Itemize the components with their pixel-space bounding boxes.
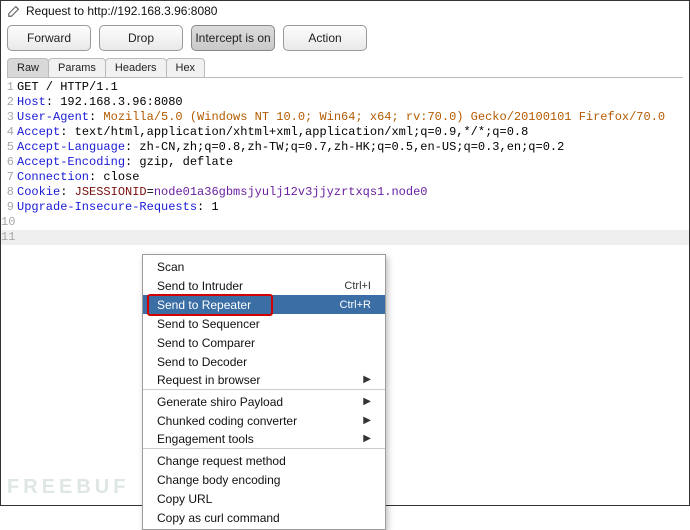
line-content[interactable] bbox=[15, 230, 17, 245]
menu-item-chunked-coding-converter[interactable]: Chunked coding converter▶ bbox=[143, 411, 385, 430]
line-number: 8 bbox=[1, 185, 15, 200]
line-content[interactable]: Accept-Language: zh-CN,zh;q=0.8,zh-TW;q=… bbox=[15, 140, 564, 155]
line-content[interactable]: Accept: text/html,application/xhtml+xml,… bbox=[15, 125, 528, 140]
line-content[interactable]: User-Agent: Mozilla/5.0 (Windows NT 10.0… bbox=[15, 110, 665, 125]
menu-item-scan[interactable]: Scan bbox=[143, 257, 385, 276]
line-content[interactable]: Accept-Encoding: gzip, deflate bbox=[15, 155, 233, 170]
tab-hex[interactable]: Hex bbox=[166, 58, 206, 77]
menu-item-send-to-comparer[interactable]: Send to Comparer bbox=[143, 333, 385, 352]
menu-item-label: Change body encoding bbox=[157, 473, 371, 487]
menu-item-label: Scan bbox=[157, 260, 371, 274]
menu-item-label: Change request method bbox=[157, 454, 371, 468]
editor-line[interactable]: 5Accept-Language: zh-CN,zh;q=0.8,zh-TW;q… bbox=[1, 140, 689, 155]
line-content[interactable]: Cookie: JSESSIONID=node01a36gbmsjyulj12v… bbox=[15, 185, 428, 200]
menu-item-label: Send to Comparer bbox=[157, 336, 371, 350]
menu-item-label: Send to Intruder bbox=[157, 279, 344, 293]
edit-icon bbox=[7, 4, 21, 18]
menu-item-change-body-encoding[interactable]: Change body encoding bbox=[143, 470, 385, 489]
menu-item-label: Send to Decoder bbox=[157, 355, 371, 369]
menu-item-generate-shiro-payload[interactable]: Generate shiro Payload▶ bbox=[143, 392, 385, 411]
line-number: 11 bbox=[1, 230, 15, 245]
forward-button[interactable]: Forward bbox=[7, 25, 91, 51]
line-number: 1 bbox=[1, 80, 15, 95]
tab-headers[interactable]: Headers bbox=[105, 58, 167, 77]
menu-item-send-to-intruder[interactable]: Send to IntruderCtrl+I bbox=[143, 276, 385, 295]
menu-item-label: Request in browser bbox=[157, 373, 363, 387]
line-number: 5 bbox=[1, 140, 15, 155]
editor-line[interactable]: 4Accept: text/html,application/xhtml+xml… bbox=[1, 125, 689, 140]
line-number: 2 bbox=[1, 95, 15, 110]
editor-line[interactable]: 8Cookie: JSESSIONID=node01a36gbmsjyulj12… bbox=[1, 185, 689, 200]
submenu-arrow-icon: ▶ bbox=[363, 374, 371, 385]
toolbar: Forward Drop Intercept is on Action bbox=[1, 20, 689, 56]
request-editor[interactable]: 1GET / HTTP/1.12Host: 192.168.3.96:80803… bbox=[1, 78, 689, 245]
menu-item-label: Copy as curl command bbox=[157, 511, 371, 525]
intercept-toggle-button[interactable]: Intercept is on bbox=[191, 25, 275, 51]
menu-item-send-to-decoder[interactable]: Send to Decoder bbox=[143, 352, 385, 371]
message-tabs: RawParamsHeadersHex bbox=[7, 58, 683, 78]
menu-item-label: Chunked coding converter bbox=[157, 414, 363, 428]
submenu-arrow-icon: ▶ bbox=[363, 415, 371, 426]
tab-raw[interactable]: Raw bbox=[7, 58, 49, 77]
editor-line[interactable]: 2Host: 192.168.3.96:8080 bbox=[1, 95, 689, 110]
submenu-arrow-icon: ▶ bbox=[363, 396, 371, 407]
line-content[interactable]: GET / HTTP/1.1 bbox=[15, 80, 118, 95]
menu-item-send-to-sequencer[interactable]: Send to Sequencer bbox=[143, 314, 385, 333]
submenu-arrow-icon: ▶ bbox=[363, 433, 371, 444]
editor-line[interactable]: 11 bbox=[1, 230, 689, 245]
menu-item-label: Send to Repeater bbox=[157, 298, 340, 312]
menu-item-label: Send to Sequencer bbox=[157, 317, 371, 331]
menu-item-engagement-tools[interactable]: Engagement tools▶ bbox=[143, 430, 385, 449]
line-number: 7 bbox=[1, 170, 15, 185]
line-number: 4 bbox=[1, 125, 15, 140]
line-content[interactable]: Host: 192.168.3.96:8080 bbox=[15, 95, 183, 110]
editor-line[interactable]: 10 bbox=[1, 215, 689, 230]
line-content[interactable]: Upgrade-Insecure-Requests: 1 bbox=[15, 200, 219, 215]
menu-item-shortcut: Ctrl+I bbox=[344, 280, 371, 292]
menu-item-copy-url[interactable]: Copy URL bbox=[143, 489, 385, 508]
action-button[interactable]: Action bbox=[283, 25, 367, 51]
window-title: Request to http://192.168.3.96:8080 bbox=[26, 4, 217, 18]
editor-line[interactable]: 9Upgrade-Insecure-Requests: 1 bbox=[1, 200, 689, 215]
line-content[interactable] bbox=[15, 215, 17, 230]
line-number: 10 bbox=[1, 215, 15, 230]
line-number: 3 bbox=[1, 110, 15, 125]
menu-item-copy-as-curl-command[interactable]: Copy as curl command bbox=[143, 508, 385, 527]
menu-item-label: Generate shiro Payload bbox=[157, 395, 363, 409]
menu-item-send-to-repeater[interactable]: Send to RepeaterCtrl+R bbox=[143, 295, 385, 314]
editor-line[interactable]: 7Connection: close bbox=[1, 170, 689, 185]
line-content[interactable]: Connection: close bbox=[15, 170, 139, 185]
menu-item-label: Copy URL bbox=[157, 492, 371, 506]
editor-line[interactable]: 3User-Agent: Mozilla/5.0 (Windows NT 10.… bbox=[1, 110, 689, 125]
drop-button[interactable]: Drop bbox=[99, 25, 183, 51]
menu-item-change-request-method[interactable]: Change request method bbox=[143, 451, 385, 470]
context-menu: ScanSend to IntruderCtrl+ISend to Repeat… bbox=[142, 254, 386, 530]
tab-params[interactable]: Params bbox=[48, 58, 106, 77]
menu-item-request-in-browser[interactable]: Request in browser▶ bbox=[143, 371, 385, 390]
menu-item-shortcut: Ctrl+R bbox=[340, 299, 371, 311]
watermark: FREEBUF bbox=[7, 476, 129, 499]
line-number: 6 bbox=[1, 155, 15, 170]
editor-line[interactable]: 6Accept-Encoding: gzip, deflate bbox=[1, 155, 689, 170]
line-number: 9 bbox=[1, 200, 15, 215]
editor-line[interactable]: 1GET / HTTP/1.1 bbox=[1, 80, 689, 95]
menu-item-label: Engagement tools bbox=[157, 432, 363, 446]
